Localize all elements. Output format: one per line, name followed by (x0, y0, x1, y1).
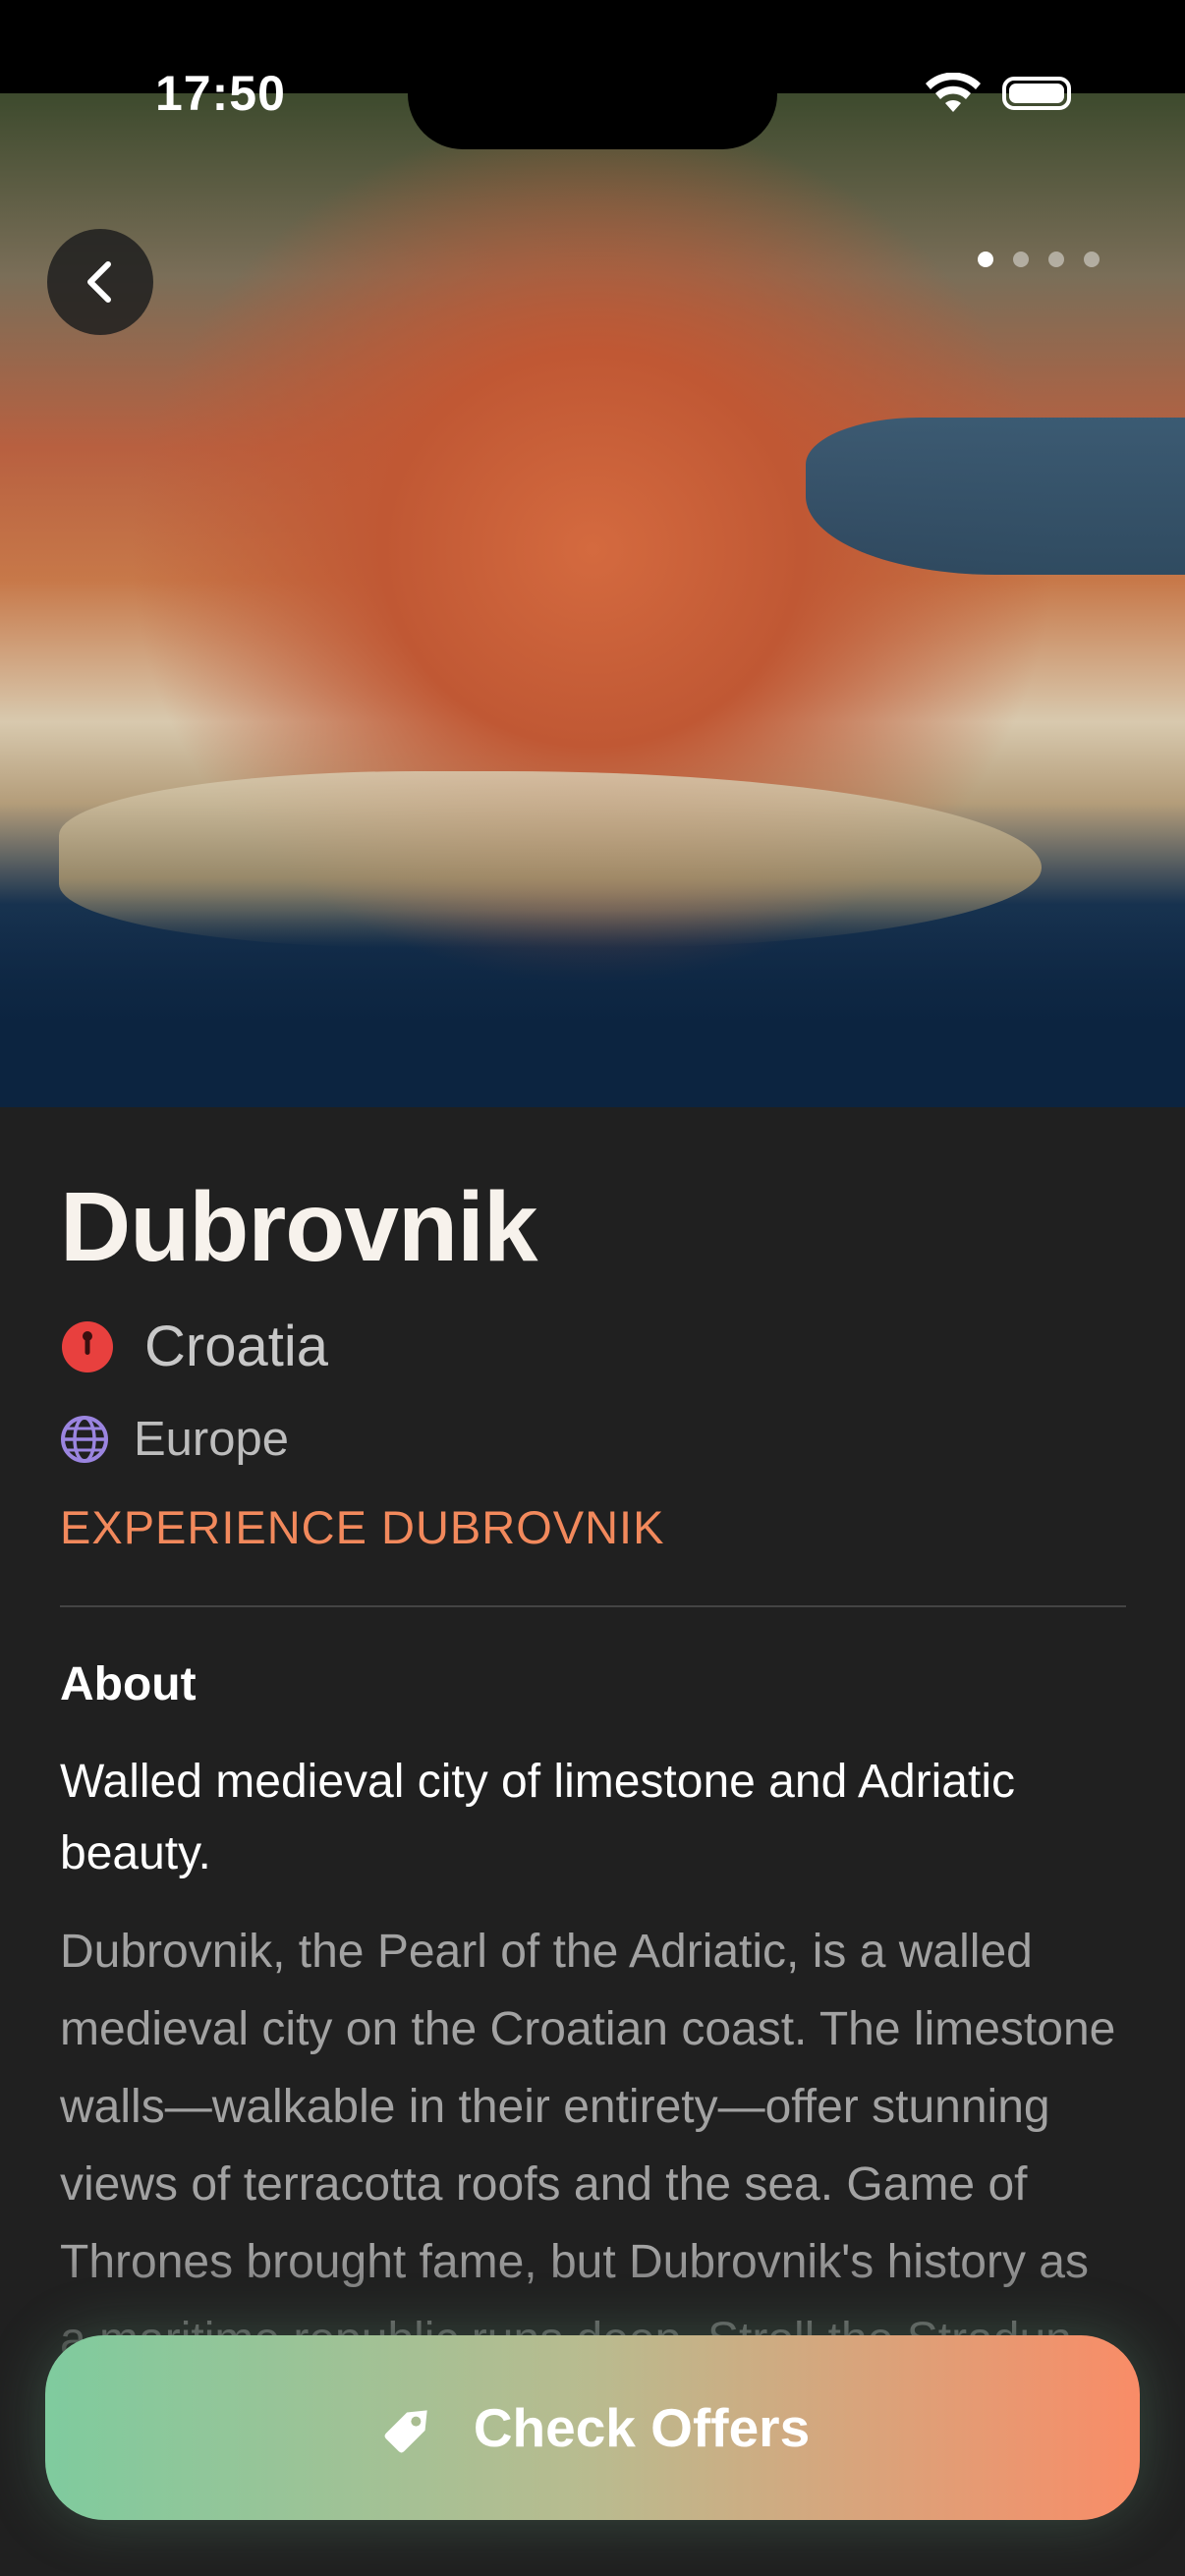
wifi-icon (926, 73, 981, 112)
country-row: Croatia (60, 1314, 328, 1379)
region-row: Europe (60, 1412, 289, 1467)
region-label: Europe (134, 1413, 290, 1466)
page-dot[interactable] (978, 252, 993, 267)
check-offers-label: Check Offers (473, 2397, 811, 2458)
destination-title: Dubrovnik (60, 1172, 537, 1282)
chevron-left-icon (87, 261, 111, 303)
hero-image[interactable] (0, 93, 1185, 1107)
check-offers-button[interactable]: Check Offers (45, 2335, 1140, 2520)
status-time: 17:50 (155, 66, 286, 121)
notch (408, 0, 777, 149)
sea-shape (0, 911, 1185, 1107)
about-heading: About (60, 1658, 197, 1710)
globe-icon (61, 1416, 108, 1463)
page-dot[interactable] (1084, 252, 1100, 267)
page-dot[interactable] (1048, 252, 1064, 267)
harbor-shape (806, 418, 1185, 575)
about-tagline: Walled medieval city of limestone and Ad… (60, 1756, 1015, 1879)
battery-icon (1002, 77, 1071, 110)
page-indicator[interactable] (978, 252, 1100, 267)
back-button[interactable] (47, 229, 153, 335)
country-label: Croatia (144, 1315, 328, 1378)
divider (60, 1605, 1126, 1607)
page-dot[interactable] (1013, 252, 1029, 267)
experience-link[interactable]: EXPERIENCE DUBROVNIK (60, 1500, 664, 1554)
price-tag-icon (384, 2410, 427, 2453)
map-pin-icon (62, 1320, 113, 1372)
